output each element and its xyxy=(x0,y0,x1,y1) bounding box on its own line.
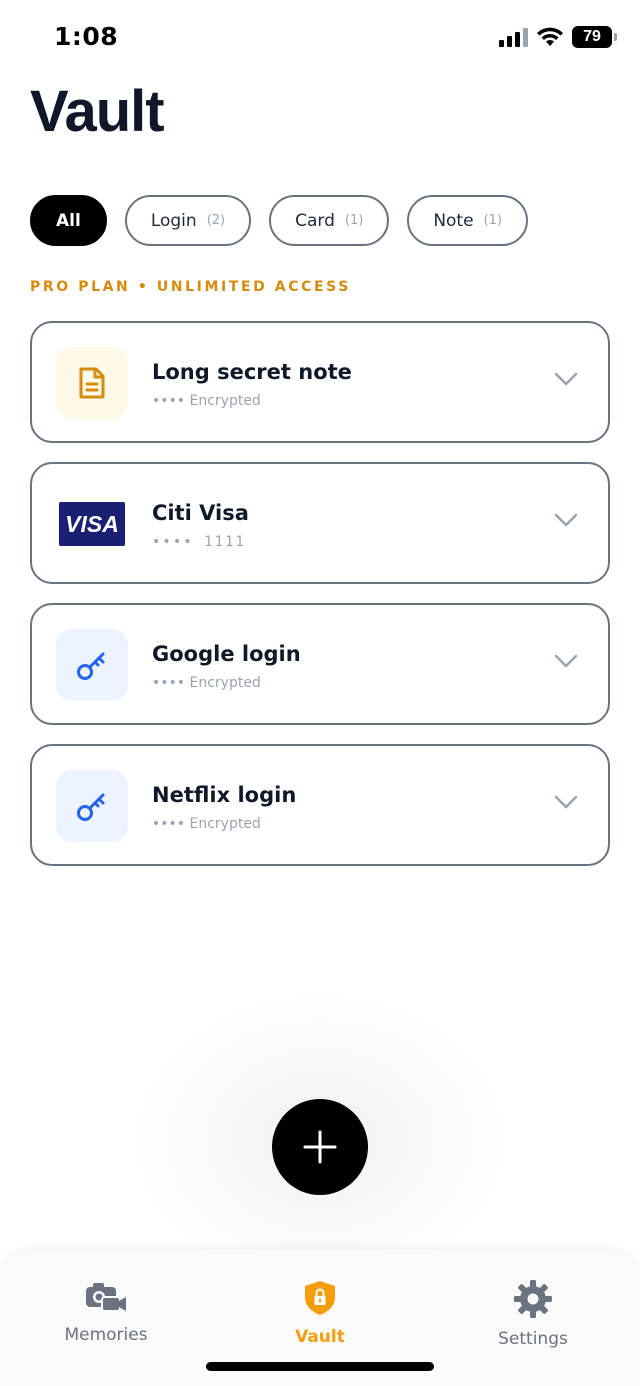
item-subtitle: •••• Encrypted xyxy=(152,816,261,832)
filter-label: Note xyxy=(433,210,474,231)
item-title: Netflix login xyxy=(152,783,297,807)
vault-item[interactable]: VISA Citi Visa •••• 1111 xyxy=(30,462,610,584)
filter-card-chip[interactable]: Card (1) xyxy=(269,195,390,246)
battery-indicator: 79 xyxy=(572,26,617,48)
plan-banner: PRO PLAN • UNLIMITED ACCESS xyxy=(30,279,351,295)
tab-vault[interactable]: Vault xyxy=(240,1279,400,1347)
filter-count: (2) xyxy=(206,213,226,228)
filter-label: All xyxy=(56,210,81,231)
cellular-signal-icon xyxy=(499,27,528,47)
tab-label: Vault xyxy=(295,1327,345,1347)
chevron-down-icon[interactable] xyxy=(554,653,578,669)
page-title: Vault xyxy=(30,79,165,144)
visa-logo-mark: VISA xyxy=(59,502,125,546)
tab-label: Memories xyxy=(64,1325,148,1345)
tab-settings[interactable]: Settings xyxy=(453,1279,613,1349)
note-icon xyxy=(56,347,128,419)
vault-item[interactable]: Netflix login •••• Encrypted xyxy=(30,744,610,866)
status-icons: 79 xyxy=(499,26,617,48)
item-subtitle: •••• Encrypted xyxy=(152,675,261,691)
key-icon xyxy=(56,629,128,701)
filter-note-chip[interactable]: Note (1) xyxy=(407,195,528,246)
vault-item[interactable]: Long secret note •••• Encrypted xyxy=(30,321,610,443)
filter-login-chip[interactable]: Login (2) xyxy=(124,195,252,246)
shield-lock-icon xyxy=(305,1281,335,1315)
filter-chips: All Login (2) Card (1) Note (1) xyxy=(30,195,528,246)
item-title: Citi Visa xyxy=(152,501,249,525)
item-subtitle: •••• 1111 xyxy=(152,534,246,550)
home-indicator xyxy=(206,1362,434,1371)
visa-logo: VISA xyxy=(56,488,128,560)
chevron-down-icon[interactable] xyxy=(554,371,578,387)
item-title: Long secret note xyxy=(152,360,352,384)
gear-icon xyxy=(514,1280,552,1318)
status-time: 1:08 xyxy=(54,22,119,51)
filter-count: (1) xyxy=(483,213,502,228)
add-item-button[interactable] xyxy=(272,1099,368,1195)
filter-label: Card xyxy=(295,210,335,231)
battery-level: 79 xyxy=(583,28,601,45)
plus-icon xyxy=(303,1130,337,1164)
vault-item[interactable]: Google login •••• Encrypted xyxy=(30,603,610,725)
item-title: Google login xyxy=(152,642,301,666)
vault-item-list: Long secret note •••• Encrypted VISA Cit… xyxy=(30,321,610,885)
camera-icon xyxy=(86,1283,126,1312)
wifi-icon xyxy=(537,27,563,46)
tab-memories[interactable]: Memories xyxy=(26,1279,186,1345)
chevron-down-icon[interactable] xyxy=(554,794,578,810)
filter-count: (1) xyxy=(344,213,364,228)
filter-all-chip[interactable]: All xyxy=(30,195,107,246)
tab-label: Settings xyxy=(498,1329,568,1349)
key-icon xyxy=(56,770,128,842)
filter-label: Login xyxy=(150,210,197,231)
item-subtitle: •••• Encrypted xyxy=(152,393,261,409)
chevron-down-icon[interactable] xyxy=(554,512,578,528)
status-bar: 1:08 79 xyxy=(0,0,640,78)
